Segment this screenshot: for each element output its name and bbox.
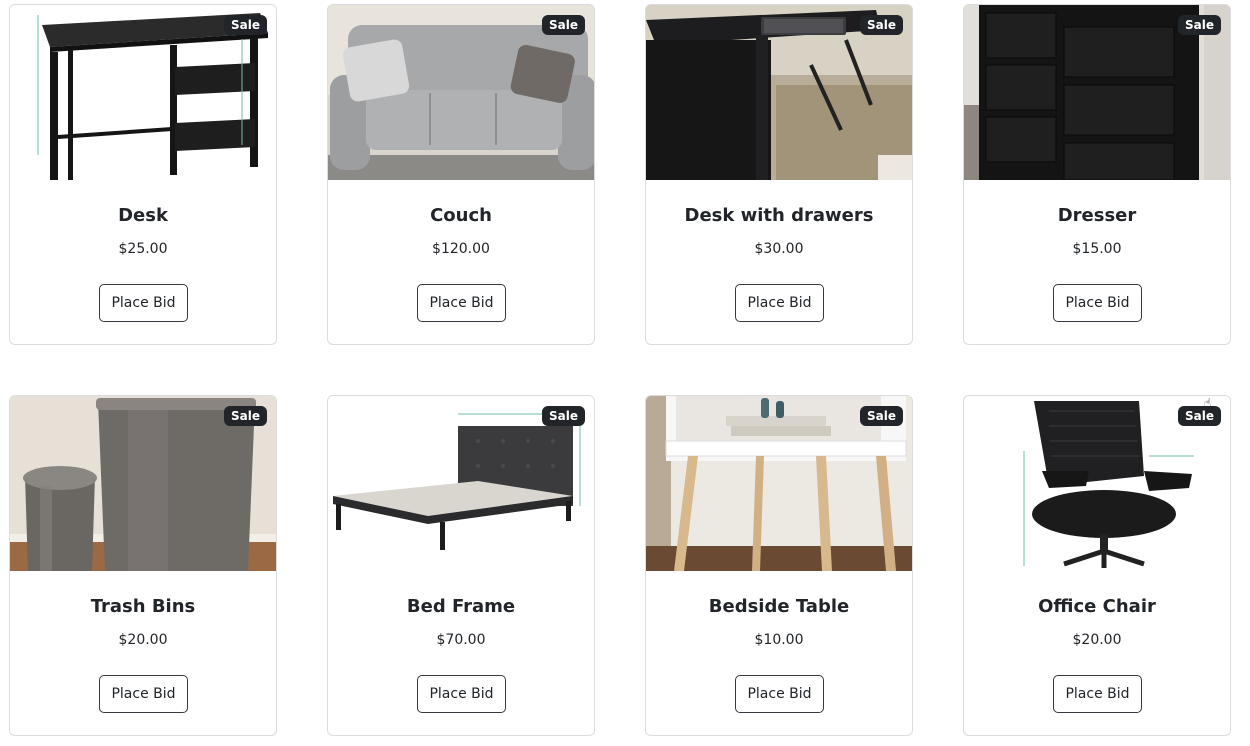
place-bid-button[interactable]: Place Bid bbox=[1053, 675, 1142, 713]
place-bid-button[interactable]: Place Bid bbox=[99, 675, 188, 713]
listing-price: $15.00 bbox=[1072, 241, 1122, 257]
listing-price: $70.00 bbox=[436, 632, 486, 648]
hand-cursor-icon: ☝ bbox=[1204, 396, 1212, 410]
listing-card: Sale Trash Bins $20.00 Place Bid bbox=[9, 395, 277, 736]
sale-badge: Sale bbox=[860, 15, 903, 35]
listing-card: Sale Desk with drawers $30.00 Place Bid bbox=[645, 4, 913, 345]
listing-card: Sale Dresser $15.00 Place Bid bbox=[963, 4, 1231, 345]
listing-price: $20.00 bbox=[1072, 632, 1122, 648]
listing-title: Bed Frame bbox=[406, 596, 516, 617]
sale-badge: Sale bbox=[1178, 15, 1221, 35]
listing-price: $10.00 bbox=[754, 632, 804, 648]
listing-price: $20.00 bbox=[118, 632, 168, 648]
listing-title: Office Chair bbox=[1038, 596, 1156, 617]
listing-title: Bedside Table bbox=[708, 596, 850, 617]
listing-card: Sale Bed Frame $70.00 Place Bid bbox=[327, 395, 595, 736]
sale-badge: Sale bbox=[542, 15, 585, 35]
listing-card: Sale Desk $25.00 Place Bid bbox=[9, 4, 277, 345]
sale-badge: Sale bbox=[860, 406, 903, 426]
listing-card: Sale Bedside Table $10.00 Place Bid bbox=[645, 395, 913, 736]
place-bid-button[interactable]: Place Bid bbox=[735, 284, 824, 322]
sale-badge: Sale bbox=[1178, 406, 1221, 426]
listing-title: Couch bbox=[430, 205, 492, 226]
place-bid-button[interactable]: Place Bid bbox=[417, 675, 506, 713]
sale-badge: Sale bbox=[224, 15, 267, 35]
listing-price: $120.00 bbox=[432, 241, 490, 257]
listing-title: Trash Bins bbox=[90, 596, 196, 617]
place-bid-button[interactable]: Place Bid bbox=[99, 284, 188, 322]
sale-badge: Sale bbox=[224, 406, 267, 426]
place-bid-button[interactable]: Place Bid bbox=[417, 284, 506, 322]
place-bid-button[interactable]: Place Bid bbox=[1053, 284, 1142, 322]
listing-price: $25.00 bbox=[118, 241, 168, 257]
place-bid-button[interactable]: Place Bid bbox=[735, 675, 824, 713]
listing-card: Sale Office Chair $20.00 Place Bid bbox=[963, 395, 1231, 736]
listing-title: Desk with drawers bbox=[684, 205, 874, 226]
sale-badge: Sale bbox=[542, 406, 585, 426]
listing-price: $30.00 bbox=[754, 241, 804, 257]
listing-title: Dresser bbox=[1057, 205, 1137, 226]
listing-title: Desk bbox=[118, 205, 168, 226]
listing-card: Sale Couch $120.00 Place Bid bbox=[327, 4, 595, 345]
